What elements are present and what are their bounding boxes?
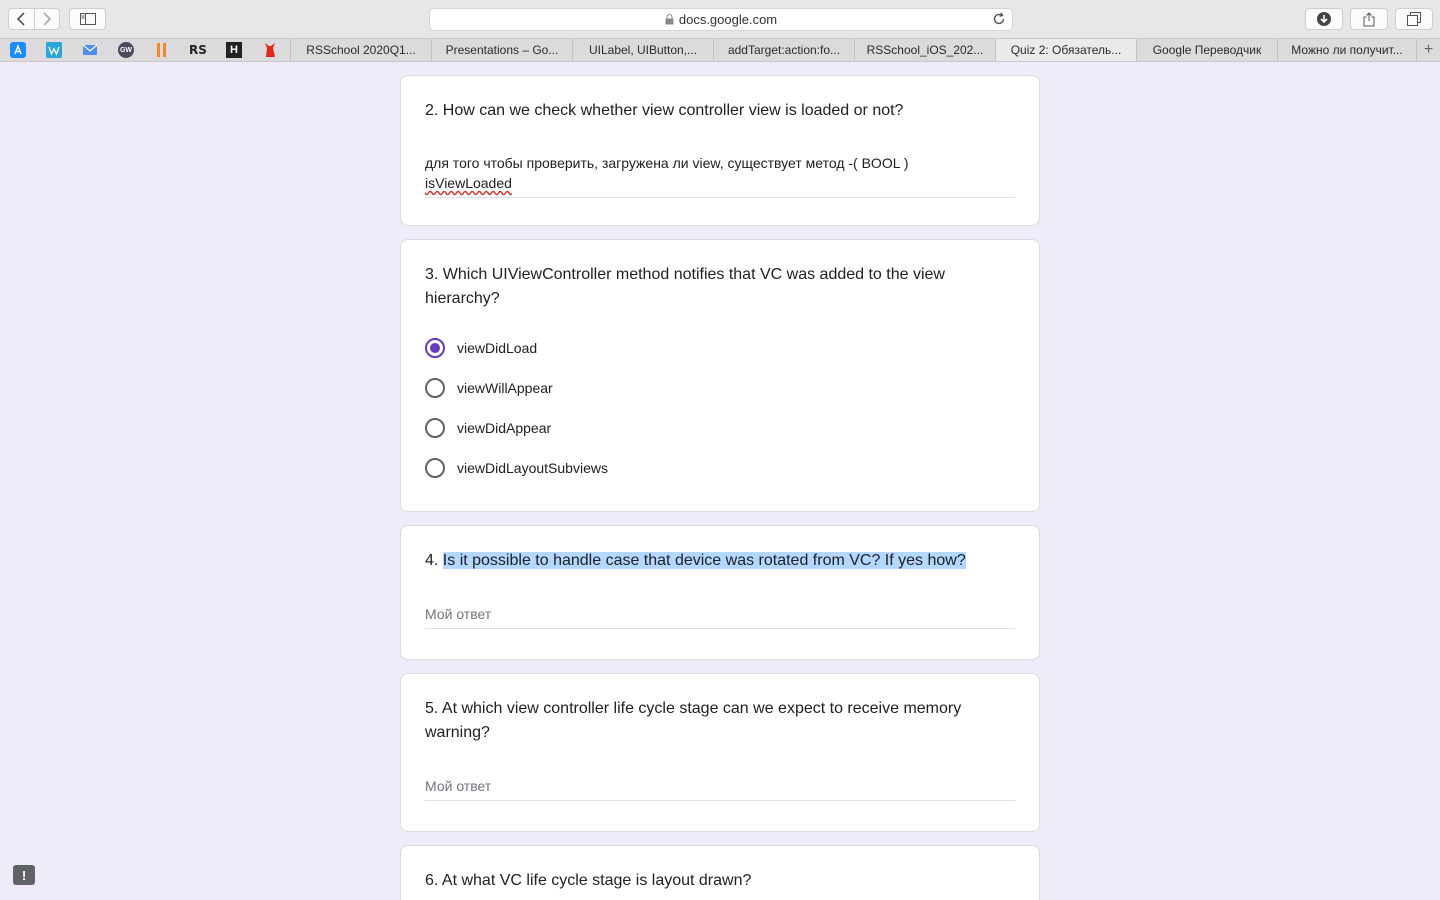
reload-icon[interactable] (992, 12, 1006, 26)
downloads-button[interactable] (1305, 8, 1343, 30)
tab-presentations[interactable]: Presentations – Go... (431, 39, 572, 61)
radio-option-viewdidappear[interactable]: viewDidAppear (425, 416, 551, 440)
share-icon (1363, 11, 1375, 26)
question-number: 4. (425, 552, 439, 569)
radio-option-viewwillappear[interactable]: viewWillAppear (425, 376, 553, 400)
tab-addtarget[interactable]: addTarget:action:fo... (713, 39, 854, 61)
option-label: viewDidAppear (457, 420, 552, 436)
question-title: 3. Which UIViewController method notifie… (425, 266, 945, 307)
tab-overview-button[interactable] (1395, 8, 1433, 30)
question-card-2: 2. How can we check whether view control… (400, 75, 1040, 226)
mail-icon[interactable] (82, 42, 98, 58)
answer-line: для того чтобы проверить, загружена ли v… (425, 155, 909, 171)
rs-icon[interactable]: RS (189, 42, 207, 58)
sidebar-icon (79, 13, 96, 25)
navigation-buttons (8, 8, 60, 30)
app-store-icon[interactable] (10, 42, 26, 58)
url-text: docs.google.com (678, 12, 778, 27)
radio-option-viewdidlayoutsubviews[interactable]: viewDidLayoutSubviews (425, 456, 608, 480)
tab-overview-icon (1407, 12, 1421, 26)
question-title: 2. How can we check whether view control… (425, 102, 904, 119)
radio-icon (425, 418, 445, 438)
share-button[interactable] (1350, 8, 1388, 30)
question-title: 6. At what VC life cycle stage is layout… (425, 872, 752, 889)
habr-icon[interactable]: H (226, 42, 242, 58)
cat-icon[interactable] (262, 42, 278, 58)
pause-icon[interactable] (154, 42, 170, 58)
browser-toolbar: docs.google.com (0, 0, 1440, 38)
selected-question-text: Is it possible to handle case that devic… (442, 552, 966, 569)
gw-icon[interactable]: GW (118, 42, 134, 58)
question-title: 4. Is it possible to handle case that de… (425, 549, 1015, 573)
address-bar[interactable]: docs.google.com (429, 8, 1013, 31)
tab-bar: GW RS H RSSchool 2020Q1... Presentations… (0, 38, 1440, 62)
question-title: 5. At which view controller life cycle s… (425, 700, 962, 741)
radio-icon (425, 378, 445, 398)
wikipedia-icon[interactable] (46, 42, 62, 58)
lock-icon (665, 14, 674, 25)
tab-uilabel[interactable]: UILabel, UIButton,... (572, 39, 713, 61)
question-card-5: 5. At which view controller life cycle s… (400, 673, 1040, 832)
new-tab-icon[interactable]: + (1416, 39, 1440, 61)
answer-field[interactable]: Мой ответ (425, 604, 1015, 629)
answer-line: isViewLoaded (425, 175, 512, 191)
option-label: viewDidLoad (457, 340, 538, 356)
answer-field[interactable]: для того чтобы проверить, загружена ли v… (425, 153, 1015, 198)
tab-google-translate[interactable]: Google Переводчик (1136, 39, 1277, 61)
tab-question[interactable]: Можно ли получит... (1277, 39, 1416, 61)
radio-option-viewdidload[interactable]: viewDidLoad (425, 336, 537, 360)
option-label: viewDidLayoutSubviews (457, 460, 608, 476)
tab-rsschool-ios[interactable]: RSSchool_iOS_202... (854, 39, 995, 61)
question-card-4: 4. Is it possible to handle case that de… (400, 525, 1040, 660)
tab-rsschool[interactable]: RSSchool 2020Q1... (290, 39, 431, 61)
radio-checked-icon (425, 338, 445, 358)
question-card-6: 6. At what VC life cycle stage is layout… (400, 845, 1040, 900)
answer-field[interactable]: Мой ответ (425, 776, 1015, 801)
forward-icon[interactable] (35, 9, 60, 29)
back-icon[interactable] (9, 9, 34, 29)
report-issue-icon[interactable]: ! (13, 865, 35, 885)
download-icon (1317, 12, 1331, 26)
question-card-3: 3. Which UIViewController method notifie… (400, 239, 1040, 512)
sidebar-toggle-button[interactable] (69, 8, 106, 30)
tab-quiz[interactable]: Quiz 2: Обязатель... (995, 39, 1136, 61)
option-label: viewWillAppear (457, 380, 553, 396)
radio-icon (425, 458, 445, 478)
